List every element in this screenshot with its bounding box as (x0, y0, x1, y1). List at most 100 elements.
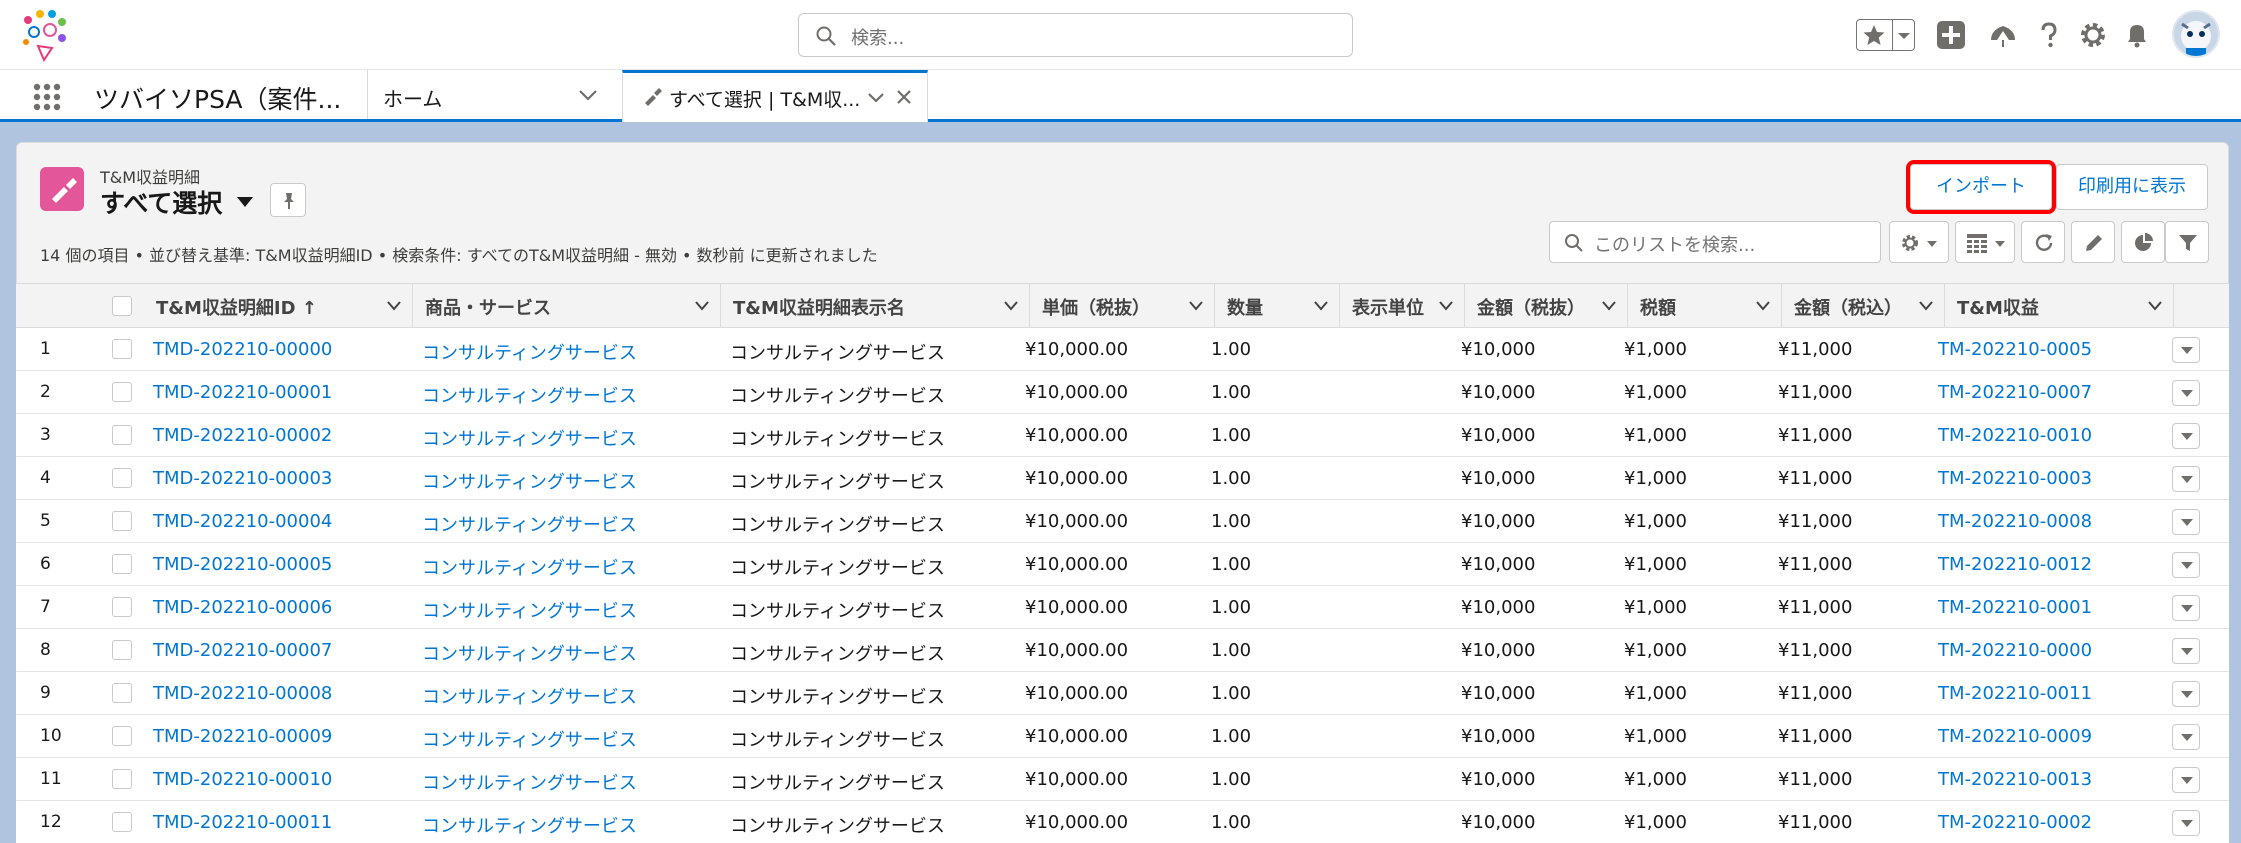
filter-button[interactable] (2165, 221, 2209, 263)
inline-edit-button[interactable] (2071, 221, 2115, 263)
product-link[interactable]: コンサルティングサービス (422, 640, 637, 666)
list-view-title[interactable]: すべて選択 (100, 184, 222, 220)
record-id-link[interactable]: TMD-202210-00008 (153, 683, 332, 704)
record-id-link[interactable]: TMD-202210-00004 (153, 511, 332, 532)
tm-revenue-link[interactable]: TM-202210-0009 (1938, 726, 2092, 747)
gear-icon[interactable] (2078, 20, 2108, 50)
column-header-product[interactable]: 商品・サービス (413, 284, 721, 328)
row-checkbox[interactable] (112, 468, 132, 488)
column-header-quantity[interactable]: 数量 (1215, 284, 1340, 328)
product-link[interactable]: コンサルティングサービス (422, 683, 637, 709)
org-logo-icon[interactable] (18, 6, 74, 64)
printable-view-button[interactable]: 印刷用に表示 (2056, 164, 2208, 210)
row-actions-button[interactable] (2172, 423, 2200, 449)
app-launcher-icon[interactable] (32, 82, 62, 112)
row-actions-button[interactable] (2172, 724, 2200, 750)
pin-list-button[interactable] (270, 183, 306, 217)
product-link[interactable]: コンサルティングサービス (422, 726, 637, 752)
help-icon[interactable] (2034, 20, 2064, 50)
row-checkbox[interactable] (112, 511, 132, 531)
trailhead-icon[interactable] (1988, 20, 2018, 50)
user-avatar[interactable] (2172, 10, 2220, 58)
chevron-down-icon[interactable] (1918, 300, 1934, 312)
chevron-down-icon[interactable] (694, 300, 710, 312)
close-icon[interactable] (895, 88, 913, 106)
row-actions-button[interactable] (2172, 466, 2200, 492)
chevron-down-icon[interactable] (867, 92, 885, 104)
favorites-button[interactable] (1856, 19, 1915, 51)
refresh-button[interactable] (2021, 221, 2065, 263)
tm-revenue-link[interactable]: TM-202210-0013 (1938, 769, 2092, 790)
row-actions-button[interactable] (2172, 681, 2200, 707)
row-checkbox[interactable] (112, 726, 132, 746)
row-checkbox[interactable] (112, 640, 132, 660)
record-id-link[interactable]: TMD-202210-00006 (153, 597, 332, 618)
list-search-input[interactable]: このリストを検索... (1549, 221, 1881, 263)
row-checkbox[interactable] (112, 339, 132, 359)
global-search-input[interactable]: 検索... (798, 13, 1353, 57)
record-id-link[interactable]: TMD-202210-00000 (153, 339, 332, 360)
column-header-display-name[interactable]: T&M収益明細表示名 (721, 284, 1030, 328)
product-link[interactable]: コンサルティングサービス (422, 468, 637, 494)
column-header-id[interactable]: T&M収益明細ID ↑ (144, 284, 413, 328)
tm-revenue-link[interactable]: TM-202210-0005 (1938, 339, 2092, 360)
chevron-down-icon[interactable] (386, 300, 402, 312)
column-header-amount-incl-tax[interactable]: 金額（税込） (1782, 284, 1945, 328)
chevron-down-icon[interactable] (236, 196, 254, 208)
row-actions-button[interactable] (2172, 380, 2200, 406)
product-link[interactable]: コンサルティングサービス (422, 769, 637, 795)
product-link[interactable]: コンサルティングサービス (422, 812, 637, 838)
notification-bell-icon[interactable] (2122, 20, 2152, 50)
row-checkbox[interactable] (112, 769, 132, 789)
row-actions-button[interactable] (2172, 552, 2200, 578)
list-settings-button[interactable] (1889, 221, 1949, 263)
product-link[interactable]: コンサルティングサービス (422, 425, 637, 451)
record-id-link[interactable]: TMD-202210-00009 (153, 726, 332, 747)
column-header-tax[interactable]: 税額 (1628, 284, 1782, 328)
row-checkbox[interactable] (112, 812, 132, 832)
record-id-link[interactable]: TMD-202210-00001 (153, 382, 332, 403)
select-all-checkbox[interactable] (112, 296, 132, 316)
column-header-display-unit[interactable]: 表示単位 (1340, 284, 1465, 328)
product-link[interactable]: コンサルティングサービス (422, 554, 637, 580)
chevron-down-icon[interactable] (1897, 31, 1911, 41)
row-actions-button[interactable] (2172, 595, 2200, 621)
row-checkbox[interactable] (112, 554, 132, 574)
row-actions-button[interactable] (2172, 509, 2200, 535)
chevron-down-icon[interactable] (578, 88, 598, 102)
tm-revenue-link[interactable]: TM-202210-0007 (1938, 382, 2092, 403)
chevron-down-icon[interactable] (2147, 300, 2163, 312)
tab-all-selected[interactable]: すべて選択 | T&M収... (622, 70, 928, 122)
row-checkbox[interactable] (112, 683, 132, 703)
record-id-link[interactable]: TMD-202210-00010 (153, 769, 332, 790)
global-create-icon[interactable] (1936, 20, 1966, 50)
charts-button[interactable] (2121, 221, 2165, 263)
display-as-table-button[interactable] (1955, 221, 2015, 263)
product-link[interactable]: コンサルティングサービス (422, 382, 637, 408)
product-link[interactable]: コンサルティングサービス (422, 339, 637, 365)
chevron-down-icon[interactable] (1188, 300, 1204, 312)
row-actions-button[interactable] (2172, 810, 2200, 836)
row-checkbox[interactable] (112, 382, 132, 402)
column-header-tm-revenue[interactable]: T&M収益 (1945, 284, 2174, 328)
record-id-link[interactable]: TMD-202210-00005 (153, 554, 332, 575)
nav-item-home[interactable]: ホーム (383, 83, 442, 112)
product-link[interactable]: コンサルティングサービス (422, 597, 637, 623)
chevron-down-icon[interactable] (1313, 300, 1329, 312)
record-id-link[interactable]: TMD-202210-00007 (153, 640, 332, 661)
row-checkbox[interactable] (112, 425, 132, 445)
row-actions-button[interactable] (2172, 337, 2200, 363)
record-id-link[interactable]: TMD-202210-00003 (153, 468, 332, 489)
column-header-amount-excl-tax[interactable]: 金額（税抜） (1465, 284, 1628, 328)
row-actions-button[interactable] (2172, 767, 2200, 793)
product-link[interactable]: コンサルティングサービス (422, 511, 637, 537)
chevron-down-icon[interactable] (1438, 300, 1454, 312)
chevron-down-icon[interactable] (1003, 300, 1019, 312)
record-id-link[interactable]: TMD-202210-00011 (153, 812, 332, 833)
tm-revenue-link[interactable]: TM-202210-0000 (1938, 640, 2092, 661)
chevron-down-icon[interactable] (1601, 300, 1617, 312)
record-id-link[interactable]: TMD-202210-00002 (153, 425, 332, 446)
chevron-down-icon[interactable] (1755, 300, 1771, 312)
tm-revenue-link[interactable]: TM-202210-0001 (1938, 597, 2092, 618)
row-actions-button[interactable] (2172, 638, 2200, 664)
